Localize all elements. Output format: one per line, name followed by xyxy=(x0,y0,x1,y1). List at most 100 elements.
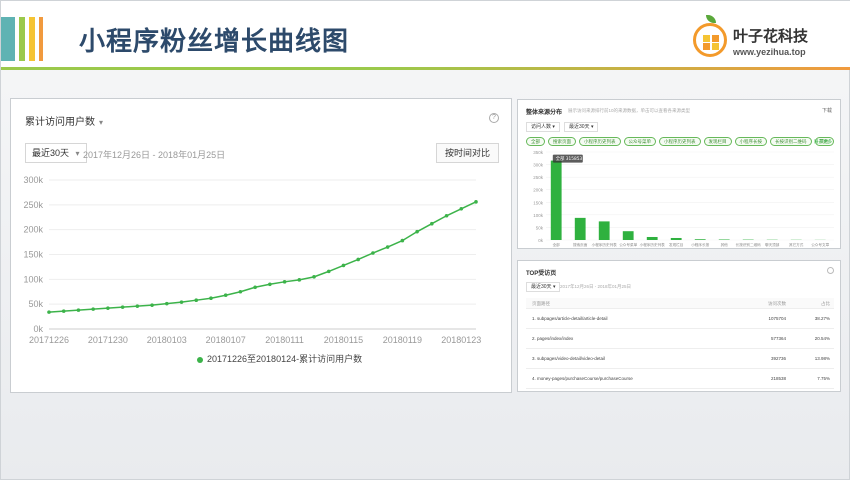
cumulative-users-card: 累计访问用户数 ▾ ? 最近30天 ▾ 2017年12月26日 - 2018年01… xyxy=(10,98,512,393)
data-point[interactable] xyxy=(326,269,331,274)
top-pages-card: TOP受访页 最近30天 ▾ 2017年12月26日 - 2018年01月25日… xyxy=(517,260,841,392)
data-point[interactable] xyxy=(76,308,81,312)
y-tick-label: 0k xyxy=(33,324,43,334)
tooltip-text: 全部 315853 xyxy=(556,155,583,162)
x-tick-label: 20180111 xyxy=(265,335,304,345)
data-point[interactable] xyxy=(371,251,375,255)
x-tick-label: 20171226 xyxy=(29,335,69,345)
source-distribution-card: 整体来源分布 展示访问来源排行前10的来源数据，单击可以查看各来源类型 下载 访… xyxy=(517,99,841,249)
visit-share: 38.27% xyxy=(814,316,830,321)
header: 小程序粉丝增长曲线图 叶子花科技 www.yezihua.top xyxy=(1,1,850,70)
bar[interactable] xyxy=(718,239,730,240)
x-tick-label: 聊天顶部 xyxy=(765,242,780,247)
bar[interactable] xyxy=(646,236,658,240)
range-select-value: 最近30天 xyxy=(531,284,552,290)
y-tick-label: 150k xyxy=(533,200,544,205)
y-tick-label: 50k xyxy=(28,299,43,309)
y-tick-label: 300k xyxy=(533,163,544,168)
x-tick-label: 搜索页面 xyxy=(573,242,588,247)
visit-count: 392736 xyxy=(770,356,786,361)
page-path: 1. subpages/article-detail/article-detai… xyxy=(532,316,608,321)
top-pages-title: TOP受访页 xyxy=(526,271,557,277)
x-tick-label: 发现栏目 xyxy=(669,242,683,247)
help-icon[interactable] xyxy=(827,267,834,274)
table-row[interactable]: 4. money-pages/purchaseCourse/purchaseCo… xyxy=(526,369,834,389)
bar[interactable] xyxy=(574,217,586,240)
data-point[interactable] xyxy=(120,305,125,309)
table-row[interactable]: 1. subpages/article-detail/article-detai… xyxy=(526,309,834,329)
leaf-icon xyxy=(706,15,716,23)
data-point[interactable] xyxy=(341,263,346,268)
data-point[interactable] xyxy=(297,278,302,282)
data-point[interactable] xyxy=(356,257,361,262)
data-point[interactable] xyxy=(47,310,51,314)
data-point[interactable] xyxy=(150,303,154,307)
x-tick-label: 小程序历史列表 xyxy=(592,242,618,247)
y-tick-label: 250k xyxy=(23,200,43,210)
data-point[interactable] xyxy=(209,296,213,301)
chart-legend[interactable]: 20171226至20180124-累计访问用户数 xyxy=(197,352,362,365)
y-tick-label: 150k xyxy=(23,250,43,260)
decorative-stripes xyxy=(1,17,43,61)
y-tick-label: 250k xyxy=(533,175,544,180)
data-point[interactable] xyxy=(282,280,287,284)
company-logo: 叶子花科技 www.yezihua.top xyxy=(693,15,843,65)
data-point[interactable] xyxy=(444,213,449,218)
y-tick-label: 350k xyxy=(533,150,544,155)
x-tick-label: 其他 xyxy=(721,242,729,247)
x-tick-label: 20180123 xyxy=(441,335,481,345)
logo-url: www.yezihua.top xyxy=(733,47,806,57)
data-point[interactable] xyxy=(415,229,419,234)
page-path: 2. pages/index/index xyxy=(532,336,574,341)
data-point[interactable] xyxy=(223,293,228,298)
x-tick-label: 小程序历史列表 xyxy=(640,242,666,247)
data-point[interactable] xyxy=(238,289,243,294)
bar[interactable] xyxy=(622,231,634,240)
visit-share: 13.98% xyxy=(814,356,830,361)
y-tick-label: 50k xyxy=(536,225,544,230)
legend-label: 20171226至20180124-累计访问用户数 xyxy=(207,354,363,364)
legend-marker xyxy=(197,356,203,363)
x-tick-label: 公众号菜单 xyxy=(619,242,637,247)
slide: 小程序粉丝增长曲线图 叶子花科技 www.yezihua.top 累计访问用户数… xyxy=(0,0,850,480)
bar[interactable] xyxy=(598,221,610,240)
page-title: 小程序粉丝增长曲线图 xyxy=(79,27,350,57)
data-point[interactable] xyxy=(106,306,110,310)
visit-count: 218538 xyxy=(770,376,786,381)
date-range: 2017年12月26日 - 2018年01月25日 xyxy=(560,284,632,289)
table-row[interactable]: 3. subpages/video-detail/video-detail 39… xyxy=(526,349,834,369)
data-point[interactable] xyxy=(194,298,199,302)
x-tick-label: 20180103 xyxy=(147,335,187,345)
table-header: 页面路径 访问次数 占比 xyxy=(526,298,834,309)
data-point[interactable] xyxy=(385,245,390,249)
data-point[interactable] xyxy=(253,285,257,290)
data-point[interactable] xyxy=(474,200,478,204)
y-tick-label: 200k xyxy=(23,225,43,235)
x-tick-label: 小程序长按 xyxy=(691,242,709,247)
range-select[interactable]: 最近30天 ▾ xyxy=(526,282,561,292)
data-point[interactable] xyxy=(91,307,95,311)
visit-count: 577364 xyxy=(770,336,786,341)
data-point[interactable] xyxy=(135,304,140,308)
x-tick-label: 20180115 xyxy=(324,335,363,345)
y-tick-label: 0k xyxy=(538,238,544,243)
logo-icon xyxy=(693,23,727,57)
data-point[interactable] xyxy=(430,221,434,226)
bar[interactable] xyxy=(670,237,682,240)
bar[interactable] xyxy=(550,160,562,240)
data-point[interactable] xyxy=(164,301,169,306)
data-point[interactable] xyxy=(459,207,464,211)
table-row[interactable]: 2. pages/index/index 577364 20.54% xyxy=(526,329,834,349)
data-point[interactable] xyxy=(400,238,405,243)
x-tick-label: 全部 xyxy=(553,242,561,247)
bar[interactable] xyxy=(694,239,706,240)
data-point[interactable] xyxy=(312,275,316,279)
visit-count: 1075704 xyxy=(768,316,786,321)
header-divider xyxy=(1,67,850,70)
y-tick-label: 100k xyxy=(23,274,43,284)
top-pages-table: 页面路径 访问次数 占比 1. subpages/article-detail/… xyxy=(526,298,834,389)
data-point[interactable] xyxy=(268,282,272,287)
cumulative-users-line-chart: 0k 50k 100k 150k 200k 250k 300k 20171226 2017123… xyxy=(23,175,481,345)
data-point[interactable] xyxy=(61,309,66,313)
data-point[interactable] xyxy=(179,300,184,304)
